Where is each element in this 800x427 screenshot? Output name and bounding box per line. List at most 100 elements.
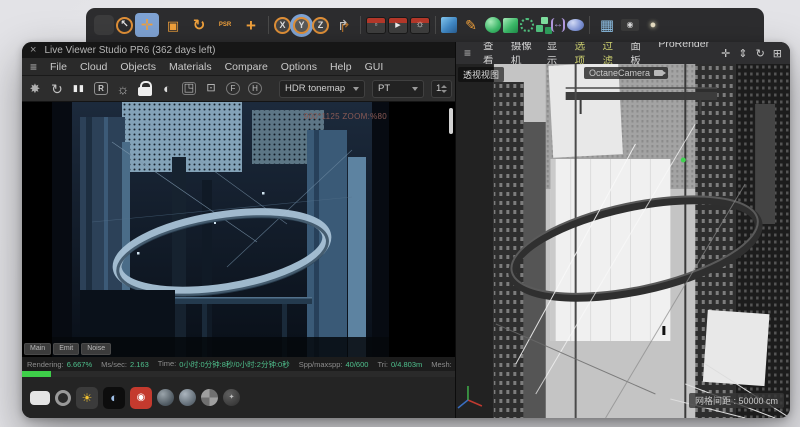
camera-tag-text: OctaneCamera	[589, 68, 650, 78]
coordinate-system-icon[interactable]: ↱	[331, 13, 355, 37]
maximize-view-icon[interactable]: ⊞	[773, 47, 782, 60]
divider[interactable]	[268, 16, 269, 34]
floor-object-icon[interactable]: ▦	[595, 13, 619, 37]
stepper-icon	[441, 85, 447, 93]
tonemap-dropdown[interactable]: HDR tonemap	[279, 80, 365, 98]
white-balance-picker-icon[interactable]: H	[248, 82, 262, 95]
render-progressbar	[22, 371, 455, 377]
region-render-icon[interactable]: ◳	[182, 82, 196, 95]
z-axis-lock-icon[interactable]: Z	[312, 17, 329, 34]
lock-resolution-icon[interactable]	[138, 87, 152, 96]
hamburger-icon[interactable]: ≡	[464, 46, 471, 60]
menu-file[interactable]: File	[50, 61, 67, 73]
divider[interactable]	[360, 16, 361, 34]
scrollbar-handle[interactable]	[449, 108, 453, 134]
live-viewer-titlebar: × Live Viewer Studio PR6 (362 days left)	[22, 42, 455, 58]
render-view[interactable]: 900*1125 ZOOM:%80 MainEmitNoise	[22, 102, 455, 357]
hamburger-icon[interactable]: ≡	[30, 60, 37, 74]
spline-pen-icon[interactable]: ✎	[459, 13, 483, 37]
menu-cloud[interactable]: Cloud	[80, 61, 107, 73]
move-tool-icon[interactable]: ✛	[135, 13, 159, 37]
app-window: × Live Viewer Studio PR6 (362 days left)…	[22, 42, 790, 418]
white-swatch-icon[interactable]	[30, 391, 50, 405]
viewport-menubar: ≡ 查看摄像机显示选项过滤面板ProRender ✛⇕↻⊞	[456, 42, 790, 64]
cube-object-icon[interactable]	[441, 17, 457, 33]
y-axis-lock-icon[interactable]: Y	[293, 17, 310, 34]
reset-icon[interactable]: R	[94, 82, 108, 95]
menu-compare[interactable]: Compare	[225, 61, 268, 73]
menu-materials[interactable]: Materials	[169, 61, 212, 73]
restart-render-icon[interactable]: ↻	[50, 81, 64, 97]
divider[interactable]	[435, 16, 436, 34]
viewport-canvas[interactable]: 透视视图 OctaneCamera 网格间距 : 50000 cm	[456, 64, 790, 418]
array-icon[interactable]	[536, 25, 543, 32]
render-picture-viewer-icon[interactable]: ▶	[388, 17, 408, 34]
divider[interactable]	[589, 16, 590, 34]
menu-gui[interactable]: GUI	[365, 61, 384, 73]
main-toolbar: ↖✛▣↻PSR+ XYZ↱ ▫▶☼ ✎ ↔ ▦◉●	[86, 8, 764, 42]
orbit-view-icon[interactable]: ↻	[756, 47, 765, 60]
scale-tool-icon[interactable]: ▣	[161, 13, 185, 37]
status-item: Tri:0/4.803m	[377, 360, 422, 369]
pass-main[interactable]: Main	[24, 343, 51, 355]
menu-objects[interactable]: Objects	[120, 61, 156, 73]
viewport-nav-icons: ✛ ⇕ ↻ ⊞	[721, 47, 782, 60]
psr-tool-icon[interactable]: PSR	[213, 13, 237, 37]
light-object-icon[interactable]: ●	[641, 13, 665, 37]
camera-object-icon[interactable]: ◉	[621, 19, 639, 31]
sparkle-ball-icon[interactable]: ✦	[223, 389, 240, 406]
daylight-icon[interactable]: ☀	[76, 387, 98, 409]
viewport-panel: ≡ 查看摄像机显示选项过滤面板ProRender ✛⇕↻⊞	[455, 42, 790, 418]
rotate-tool-icon[interactable]: ↻	[187, 13, 211, 37]
status-item: Ms/sec:2.163	[101, 360, 149, 369]
viewport-scene	[456, 64, 790, 418]
close-icon[interactable]: ×	[30, 44, 36, 56]
menu-help[interactable]: Help	[330, 61, 352, 73]
kernel-value: PT	[378, 83, 390, 94]
spacing-tool-icon[interactable]: ↔	[551, 18, 565, 32]
render-view-icon[interactable]: ▫	[366, 17, 386, 34]
clay-mode-icon[interactable]: ◐	[160, 81, 174, 97]
window-title: Live Viewer Studio PR6 (362 days left)	[44, 45, 215, 56]
kernel-dropdown[interactable]: PT	[372, 80, 424, 98]
octane-logo-icon[interactable]: ✸	[28, 81, 42, 97]
nightlight-icon[interactable]: ◐	[103, 387, 125, 409]
axis-tool-icon[interactable]: +	[239, 13, 263, 37]
dolly-view-icon[interactable]: ⇕	[738, 47, 747, 60]
subdivision-surface-icon[interactable]	[485, 17, 501, 33]
pan-view-icon[interactable]: ✛	[721, 47, 730, 60]
grid-spacing-hud: 网格间距 : 50000 cm	[689, 393, 784, 408]
menu-options[interactable]: Options	[281, 61, 317, 73]
render-pass-tabs: MainEmitNoise	[24, 343, 111, 355]
ring-sphere-icon[interactable]	[55, 390, 71, 406]
pass-emit[interactable]: Emit	[53, 343, 79, 355]
render-settings-icon[interactable]: ☼	[410, 17, 430, 34]
live-viewer-menubar: ≡ File Cloud Objects Materials Compare Option…	[22, 58, 455, 76]
metaball-icon[interactable]	[567, 19, 584, 31]
resolution-overlay: 900*1125 ZOOM:%80	[304, 112, 387, 121]
live-viewer-toolbar: ✸↻▮▮R☼◐◳⊡FH HDR tonemap PT 1 0.9	[22, 76, 455, 102]
live-viewer-bottom-toolbar: ☀◐◉ ✦	[22, 377, 455, 418]
view-label[interactable]: 透视视图	[458, 67, 504, 82]
kernel-settings-icon[interactable]: ☼	[116, 81, 130, 97]
focus-picker-icon[interactable]: F	[226, 82, 240, 95]
material-ball-blue-icon[interactable]	[179, 389, 196, 406]
camera-tag[interactable]: OctaneCamera	[584, 67, 668, 79]
deformer-icon[interactable]	[520, 18, 534, 32]
status-item: Mesh:268	[431, 360, 455, 369]
octane-camera-icon[interactable]: ◉	[130, 387, 152, 409]
select-tool-icon[interactable]: ↖	[116, 17, 133, 34]
undo-icon[interactable]	[94, 15, 114, 35]
render-image	[52, 102, 389, 357]
render-statusbar: Rendering:6.667% Ms/sec:2.163 Time:0小时:0…	[22, 357, 455, 371]
pass-noise[interactable]: Noise	[81, 343, 111, 355]
samples-stepper[interactable]: 1	[431, 80, 452, 98]
pick-region-icon[interactable]: ⊡	[204, 81, 218, 97]
generator-icon[interactable]	[503, 18, 518, 33]
pause-render-icon[interactable]: ▮▮	[72, 81, 86, 97]
status-item: Time:0小时:0分钟:8秒/0小时:2分钟:0秒	[158, 359, 290, 370]
checker-ball-icon[interactable]	[201, 389, 218, 406]
material-ball-icon[interactable]	[157, 389, 174, 406]
tonemap-value: HDR tonemap	[285, 83, 345, 94]
x-axis-lock-icon[interactable]: X	[274, 17, 291, 34]
